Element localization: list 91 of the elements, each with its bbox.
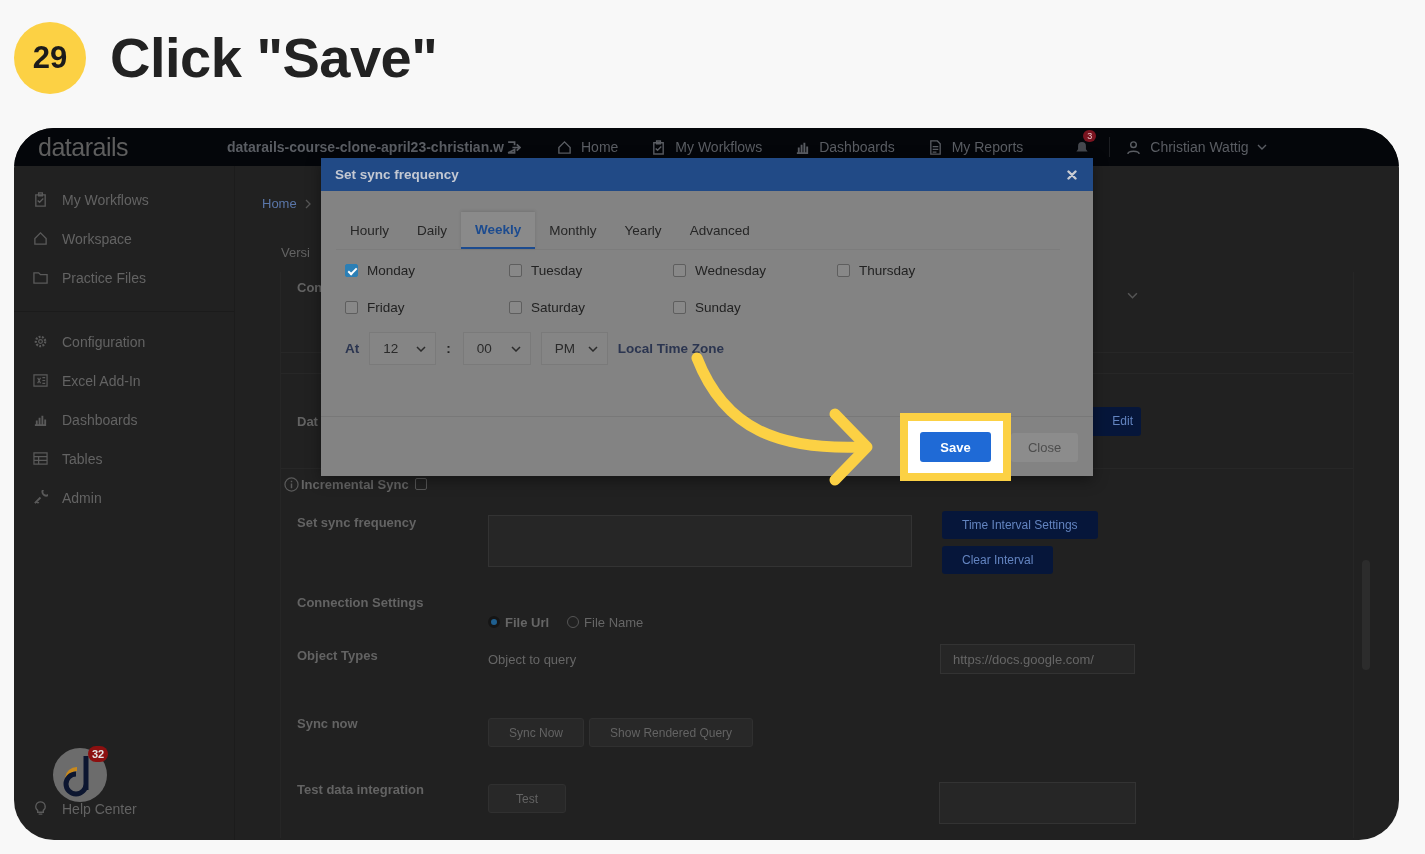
nav-link[interactable]: My Workflows bbox=[651, 139, 763, 155]
chevron-down-icon[interactable] bbox=[416, 345, 427, 352]
url-field[interactable]: https://docs.google.com/ bbox=[940, 644, 1135, 674]
field-label: Test data integration bbox=[297, 782, 425, 799]
day-checkbox[interactable]: Sunday bbox=[673, 289, 741, 326]
time-separator: : bbox=[446, 341, 451, 356]
frequency-tab[interactable]: Hourly bbox=[336, 212, 403, 249]
sidebar-item[interactable]: Tables bbox=[14, 439, 234, 478]
key-icon[interactable] bbox=[33, 490, 48, 505]
chat-launcher[interactable] bbox=[53, 748, 107, 802]
chat-count: 32 bbox=[88, 746, 109, 762]
notification-count: 3 bbox=[1083, 130, 1097, 142]
user-icon[interactable] bbox=[1126, 139, 1142, 155]
step-number: 29 bbox=[14, 21, 86, 94]
checkbox[interactable] bbox=[837, 264, 850, 277]
field-label: Con bbox=[297, 280, 323, 295]
exit-icon[interactable] bbox=[506, 139, 521, 155]
checkbox[interactable] bbox=[509, 301, 522, 314]
sidebar-item[interactable]: Configuration bbox=[14, 322, 234, 361]
day-checkbox[interactable]: Thursday bbox=[837, 252, 916, 289]
home-icon[interactable] bbox=[33, 231, 48, 246]
sidebar-item[interactable]: Dashboards bbox=[14, 400, 234, 439]
sidebar-item[interactable]: Excel Add-In bbox=[14, 361, 234, 400]
interval-button[interactable]: Time Interval Settings bbox=[942, 511, 1098, 539]
nav-link[interactable]: Home bbox=[557, 139, 619, 155]
field-label: Dat bbox=[297, 413, 318, 429]
gear-icon[interactable] bbox=[33, 334, 48, 349]
document-icon[interactable] bbox=[927, 139, 943, 155]
sidebar-item[interactable]: Admin bbox=[14, 478, 234, 517]
help-center-link[interactable]: Help Center bbox=[14, 789, 234, 828]
sync-button[interactable]: Sync Now bbox=[488, 718, 585, 747]
period-select[interactable]: PM bbox=[540, 332, 608, 365]
nav-link[interactable]: My Reports bbox=[927, 139, 1024, 155]
save-button[interactable]: Save bbox=[920, 432, 991, 462]
logo[interactable]: datarails bbox=[38, 132, 198, 162]
clipboard-icon[interactable] bbox=[651, 139, 667, 155]
frequency-tab[interactable]: Monthly bbox=[535, 212, 611, 249]
chevron-down-icon[interactable] bbox=[1127, 292, 1138, 299]
radio-option[interactable]: File Name bbox=[567, 600, 644, 644]
day-checkbox[interactable]: Wednesday bbox=[673, 252, 767, 289]
table-icon[interactable] bbox=[33, 451, 48, 466]
sidebar-item[interactable]: My Workflows bbox=[14, 180, 234, 219]
day-checkbox[interactable]: Friday bbox=[345, 289, 405, 326]
radio-option[interactable]: File Url bbox=[488, 600, 550, 644]
interval-button[interactable]: Clear Interval bbox=[942, 546, 1054, 574]
time-label: At bbox=[345, 341, 360, 356]
lightbulb-icon[interactable] bbox=[33, 801, 48, 816]
close-button[interactable]: Close bbox=[1011, 433, 1078, 462]
nav-link[interactable]: Dashboards bbox=[795, 139, 895, 155]
checkbox[interactable] bbox=[345, 301, 358, 314]
checkbox[interactable] bbox=[345, 264, 358, 277]
chevron-right-icon bbox=[304, 198, 311, 209]
input-field[interactable]: Object to query bbox=[488, 652, 910, 667]
frequency-tab[interactable]: Daily bbox=[403, 212, 462, 249]
frequency-tab[interactable]: Weekly bbox=[461, 212, 536, 249]
chevron-down-icon[interactable] bbox=[1256, 144, 1267, 150]
step-title: Click "Save" bbox=[110, 25, 438, 90]
sync-button[interactable]: Show Rendered Query bbox=[589, 718, 754, 747]
day-checkbox[interactable]: Saturday bbox=[509, 289, 586, 326]
folder-icon[interactable] bbox=[33, 270, 48, 285]
sidebar-item[interactable]: Practice Files bbox=[14, 258, 234, 297]
tab-label[interactable]: Versi bbox=[281, 245, 310, 260]
spreadsheet-icon[interactable] bbox=[33, 373, 48, 388]
dialog-title: Set sync frequency bbox=[335, 167, 459, 182]
field-label: Connection Settings bbox=[297, 595, 425, 612]
checkbox[interactable] bbox=[509, 264, 522, 277]
minute-select[interactable]: 00 bbox=[462, 332, 531, 365]
sidebar-item[interactable]: Workspace bbox=[14, 219, 234, 258]
workspace-name: datarails-course-clone-april23-christian.w bbox=[227, 139, 504, 155]
close-icon[interactable] bbox=[1067, 169, 1077, 180]
clipboard-icon[interactable] bbox=[33, 192, 48, 207]
checkbox[interactable] bbox=[673, 264, 686, 277]
field-label: Incremental Sync bbox=[301, 476, 409, 492]
day-checkbox[interactable]: Monday bbox=[345, 252, 416, 289]
chevron-down-icon[interactable] bbox=[510, 345, 521, 352]
field-label: Set sync frequency bbox=[297, 515, 418, 532]
day-checkbox[interactable]: Tuesday bbox=[509, 252, 583, 289]
breadcrumb-link[interactable]: Home bbox=[262, 196, 297, 211]
chevron-down-icon[interactable] bbox=[587, 345, 598, 352]
frequency-tab[interactable]: Advanced bbox=[675, 212, 764, 249]
timezone-label: Local Time Zone bbox=[617, 341, 725, 356]
checkbox[interactable] bbox=[414, 478, 427, 490]
info-icon bbox=[284, 476, 299, 492]
user-menu[interactable]: Christian Wattig bbox=[1126, 139, 1267, 155]
test-button[interactable]: Test bbox=[488, 784, 566, 813]
home-icon[interactable] bbox=[557, 139, 572, 155]
checkbox[interactable] bbox=[673, 301, 686, 314]
frequency-tab[interactable]: Yearly bbox=[610, 212, 676, 249]
field-label: Sync now bbox=[297, 716, 359, 733]
hour-select[interactable]: 12 bbox=[369, 332, 437, 365]
field-label: Object Types bbox=[297, 648, 379, 663]
